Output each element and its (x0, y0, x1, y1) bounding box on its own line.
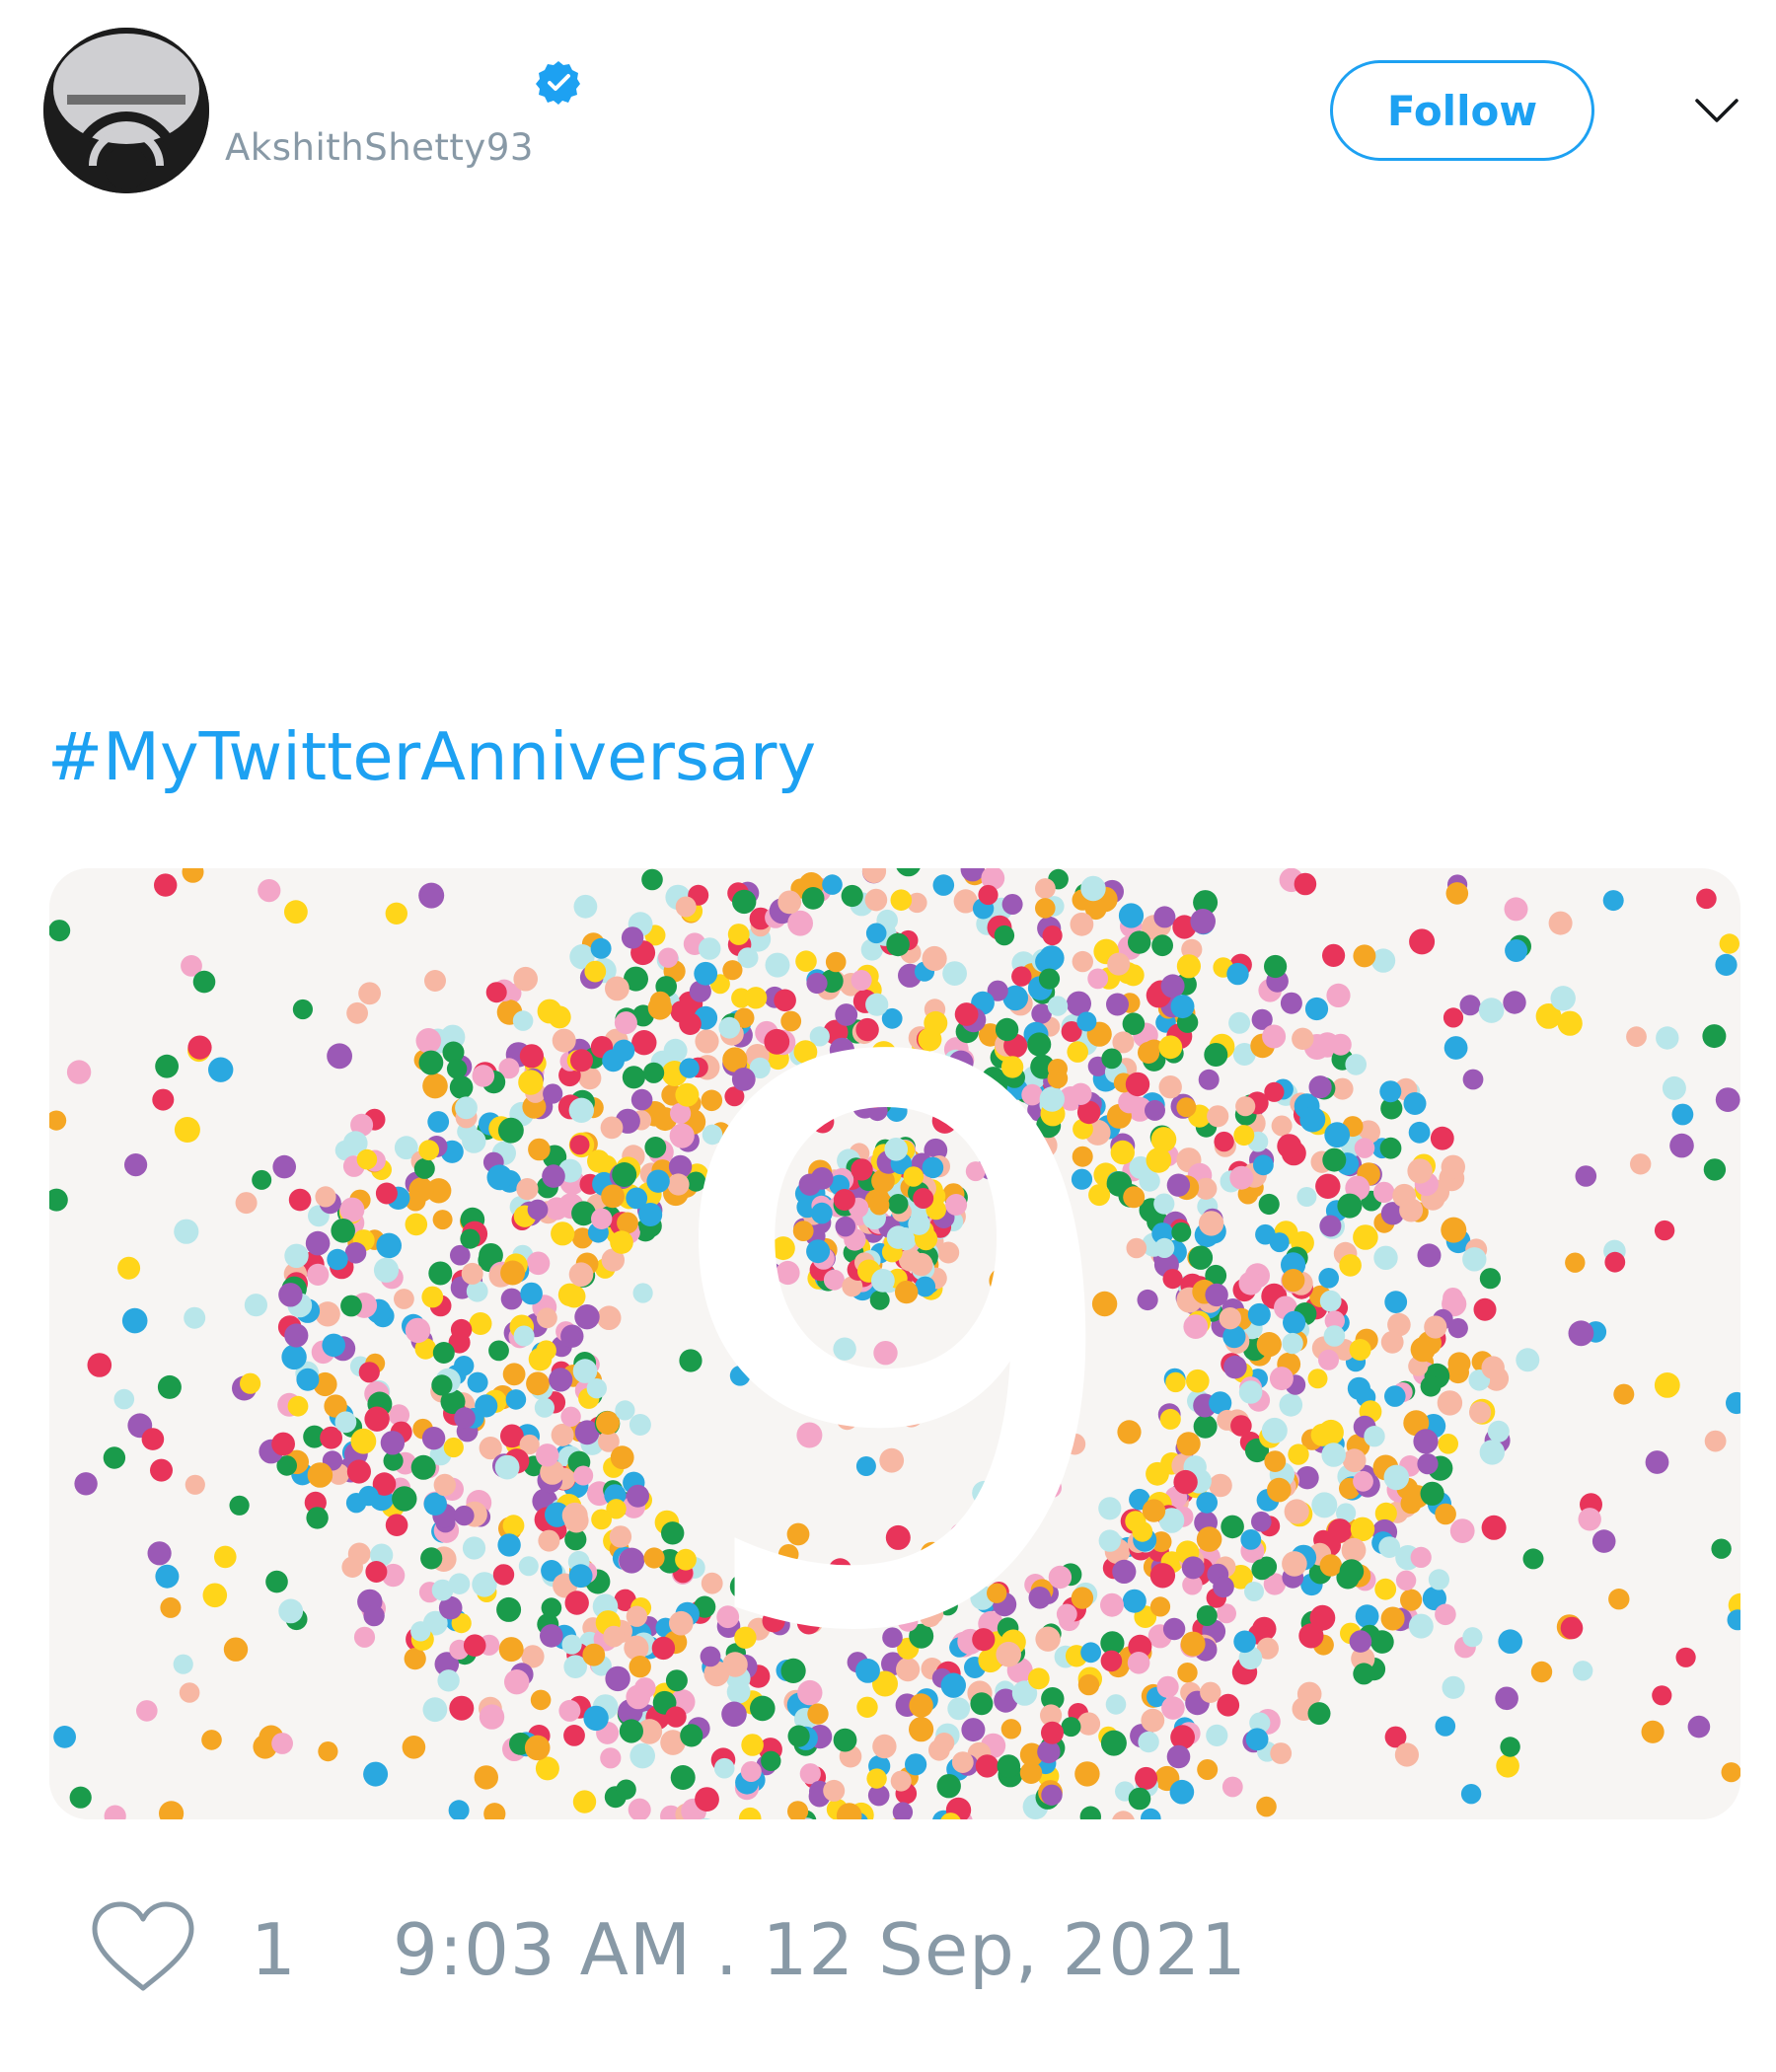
follow-button[interactable]: Follow (1330, 60, 1594, 161)
tweet-media-image[interactable]: 9 (49, 868, 1740, 1819)
tweet-timestamp[interactable]: 9:03 AM . 12 Sep, 2021 (393, 1908, 1247, 1991)
verified-badge-icon (536, 61, 580, 105)
confetti-nine-image: 9 (49, 868, 1740, 1819)
like-count: 1 (251, 1908, 296, 1991)
chevron-down-icon[interactable] (1693, 91, 1740, 130)
avatar[interactable] (43, 28, 209, 193)
anniversary-number: 9 (650, 904, 1140, 1800)
hashtag-link[interactable]: #MyTwitterAnniversary (47, 718, 816, 795)
profile-avatar-image (43, 28, 209, 193)
user-handle[interactable]: AkshithShetty93 (225, 126, 534, 169)
heart-icon[interactable] (89, 1899, 197, 1994)
